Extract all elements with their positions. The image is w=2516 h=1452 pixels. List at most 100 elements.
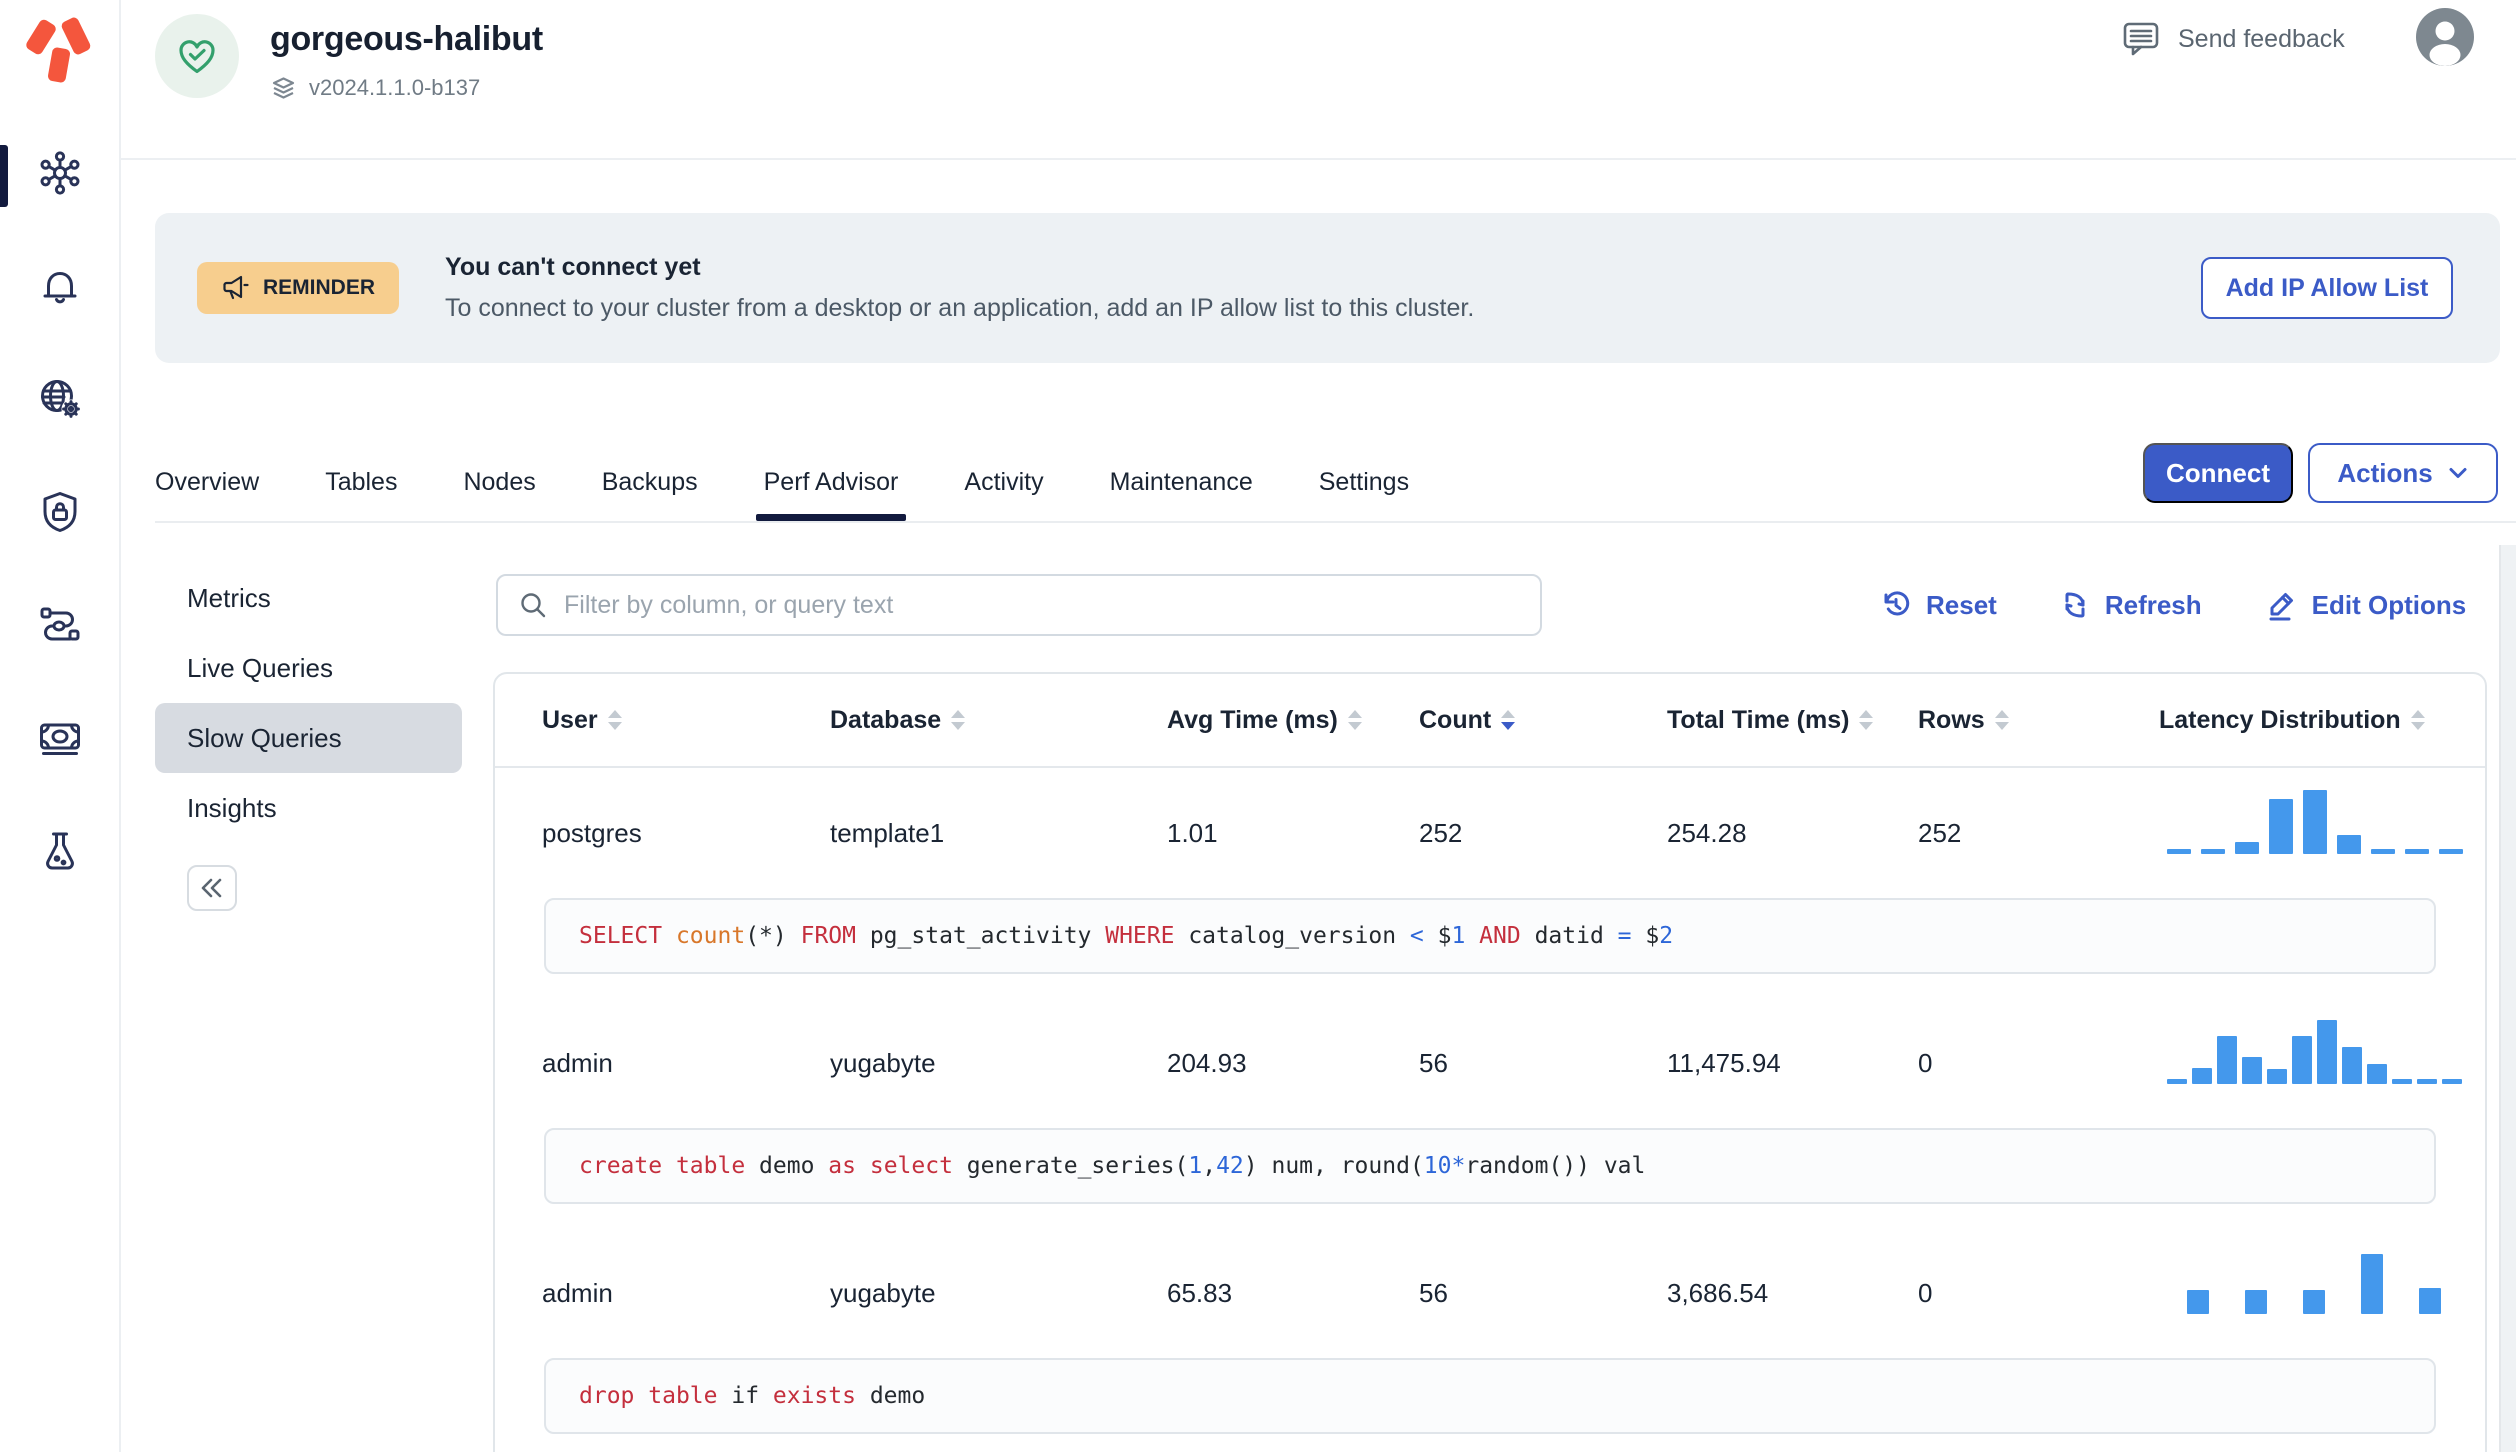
cluster-health-badge [155, 14, 239, 98]
sort-arrows-icon[interactable] [607, 710, 622, 730]
column-header-avg-time-ms[interactable]: Avg Time (ms) [1167, 706, 1419, 735]
tab-backups[interactable]: Backups [602, 468, 698, 497]
column-label: Total Time (ms) [1667, 705, 1850, 734]
query-row-group: postgres template1 1.01 252 254.28 252 S… [495, 768, 2485, 974]
cell-total-time: 3,686.54 [1667, 1277, 1769, 1308]
reset-label: Reset [1926, 589, 1997, 620]
search-icon [521, 593, 546, 618]
sql-query-box[interactable]: create table demo as select generate_ser… [544, 1128, 2436, 1204]
sort-arrows-icon[interactable] [1501, 710, 1516, 730]
header-divider [121, 158, 2516, 160]
sidebar-item-security[interactable] [37, 489, 83, 535]
integrations-flow-icon [40, 607, 79, 641]
sidebar-item-integrations[interactable] [37, 602, 83, 648]
sort-arrows-icon[interactable] [1347, 710, 1362, 730]
cluster-tab-bar: Overview Tables Nodes Backups Perf Advisor Ac… [155, 440, 1409, 524]
vertical-scrollbar[interactable] [2499, 545, 2516, 1452]
refresh-icon [2065, 592, 2085, 618]
connect-button[interactable]: Connect [2143, 443, 2293, 503]
sort-arrows-icon[interactable] [1859, 710, 1874, 730]
edit-options-label: Edit Options [2311, 589, 2467, 620]
sidebar-item-labs[interactable] [37, 828, 83, 874]
cell-rows: 0 [1918, 1047, 1933, 1078]
page-title: gorgeous-halibut [270, 20, 543, 58]
tab-tables[interactable]: Tables [325, 468, 397, 497]
sort-arrows-icon[interactable] [951, 710, 966, 730]
subnav-item-insights[interactable]: Insights [155, 773, 462, 843]
send-feedback-label: Send feedback [2178, 24, 2345, 53]
cell-avg-time: 65.83 [1167, 1277, 1233, 1308]
table-row[interactable]: admin yugabyte 65.83 56 3,686.54 0 [495, 1228, 2485, 1358]
refresh-button[interactable]: Refresh [2059, 589, 2202, 621]
app-sidebar-rail [0, 0, 121, 1452]
column-header-total-time-ms[interactable]: Total Time (ms) [1667, 706, 1918, 735]
subnav-item-slow-queries[interactable]: Slow Queries [155, 703, 462, 773]
column-label: Latency Distribution [2159, 705, 2401, 734]
column-label: Rows [1918, 705, 1985, 734]
sidebar-item-alerts[interactable] [37, 263, 83, 309]
tab-nodes[interactable]: Nodes [463, 468, 535, 497]
sidebar-item-billing[interactable] [37, 715, 83, 761]
clusters-icon [40, 151, 80, 195]
table-body: postgres template1 1.01 252 254.28 252 S… [495, 768, 2485, 1434]
tab-activity[interactable]: Activity [964, 468, 1043, 497]
tab-overview[interactable]: Overview [155, 468, 259, 497]
edit-options-button[interactable]: Edit Options [2264, 588, 2467, 622]
sql-query-box[interactable]: SELECT count(*) FROM pg_stat_activity WH… [544, 898, 2436, 974]
tab-maintenance[interactable]: Maintenance [1110, 468, 1253, 497]
reminder-banner: REMINDER You can't connect yet To connec… [155, 213, 2500, 363]
tab-settings[interactable]: Settings [1319, 468, 1409, 497]
add-ip-allow-list-button[interactable]: Add IP Allow List [2201, 257, 2453, 319]
actions-dropdown-button[interactable]: Actions [2308, 443, 2498, 503]
send-feedback-button[interactable]: Send feedback [2120, 18, 2345, 60]
column-header-user[interactable]: User [542, 706, 830, 735]
sort-arrows-icon[interactable] [1994, 710, 2009, 730]
cell-rows: 0 [1918, 1277, 1933, 1308]
latency-histogram [2167, 790, 2463, 854]
latency-histogram [2167, 1020, 2462, 1084]
alerts-bell-icon [43, 272, 76, 304]
security-shield-lock-icon [43, 492, 76, 532]
cell-user: admin [542, 1047, 613, 1078]
heart-check-icon [179, 40, 215, 74]
table-row[interactable]: postgres template1 1.01 252 254.28 252 [495, 768, 2485, 898]
sidebar-item-network[interactable] [37, 376, 83, 422]
column-label: Database [830, 705, 942, 734]
cell-avg-time: 1.01 [1167, 817, 1218, 848]
column-header-rows[interactable]: Rows [1918, 706, 2159, 735]
yugabyte-logo-icon[interactable] [24, 14, 94, 90]
banner-title: You can't connect yet [445, 253, 701, 281]
reset-button[interactable]: Reset [1880, 589, 1997, 621]
cell-rows: 252 [1918, 817, 1962, 848]
perf-advisor-subnav: Metrics Live Queries Slow Queries Insights [155, 563, 462, 911]
refresh-label: Refresh [2104, 589, 2202, 620]
cell-total-time: 11,475.94 [1667, 1047, 1781, 1078]
collapse-subnav-button[interactable] [187, 865, 237, 911]
latency-histogram [2187, 1254, 2441, 1314]
column-header-count[interactable]: Count [1419, 706, 1667, 735]
cell-user: postgres [542, 817, 642, 848]
sql-query-text: drop table if exists demo [579, 1383, 926, 1409]
sort-arrows-icon[interactable] [2410, 710, 2425, 730]
feedback-message-icon [2123, 22, 2159, 56]
sql-query-text: SELECT count(*) FROM pg_stat_activity WH… [579, 923, 1674, 949]
sql-query-box[interactable]: drop table if exists demo [544, 1358, 2436, 1434]
column-header-database[interactable]: Database [830, 706, 1167, 735]
table-row[interactable]: admin yugabyte 204.93 56 11,475.94 0 [495, 998, 2485, 1128]
cell-count: 252 [1419, 817, 1463, 848]
labs-flask-icon [45, 832, 74, 870]
subnav-item-metrics[interactable]: Metrics [155, 563, 462, 633]
user-avatar[interactable] [2416, 8, 2474, 66]
tab-perf-advisor[interactable]: Perf Advisor [755, 468, 907, 521]
cell-total-time: 254.28 [1667, 817, 1747, 848]
chevron-down-icon [2449, 468, 2467, 478]
cell-database: yugabyte [830, 1047, 936, 1078]
subnav-item-live-queries[interactable]: Live Queries [155, 633, 462, 703]
table-toolbar: Reset Refresh Edit Options [1880, 574, 2466, 636]
cell-user: admin [542, 1277, 613, 1308]
column-label: Avg Time (ms) [1167, 705, 1338, 734]
filter-input[interactable] [564, 590, 1520, 620]
sidebar-item-clusters[interactable] [37, 150, 83, 196]
cell-database: yugabyte [830, 1277, 936, 1308]
column-header-latency-distribution[interactable]: Latency Distribution [2159, 706, 2485, 735]
